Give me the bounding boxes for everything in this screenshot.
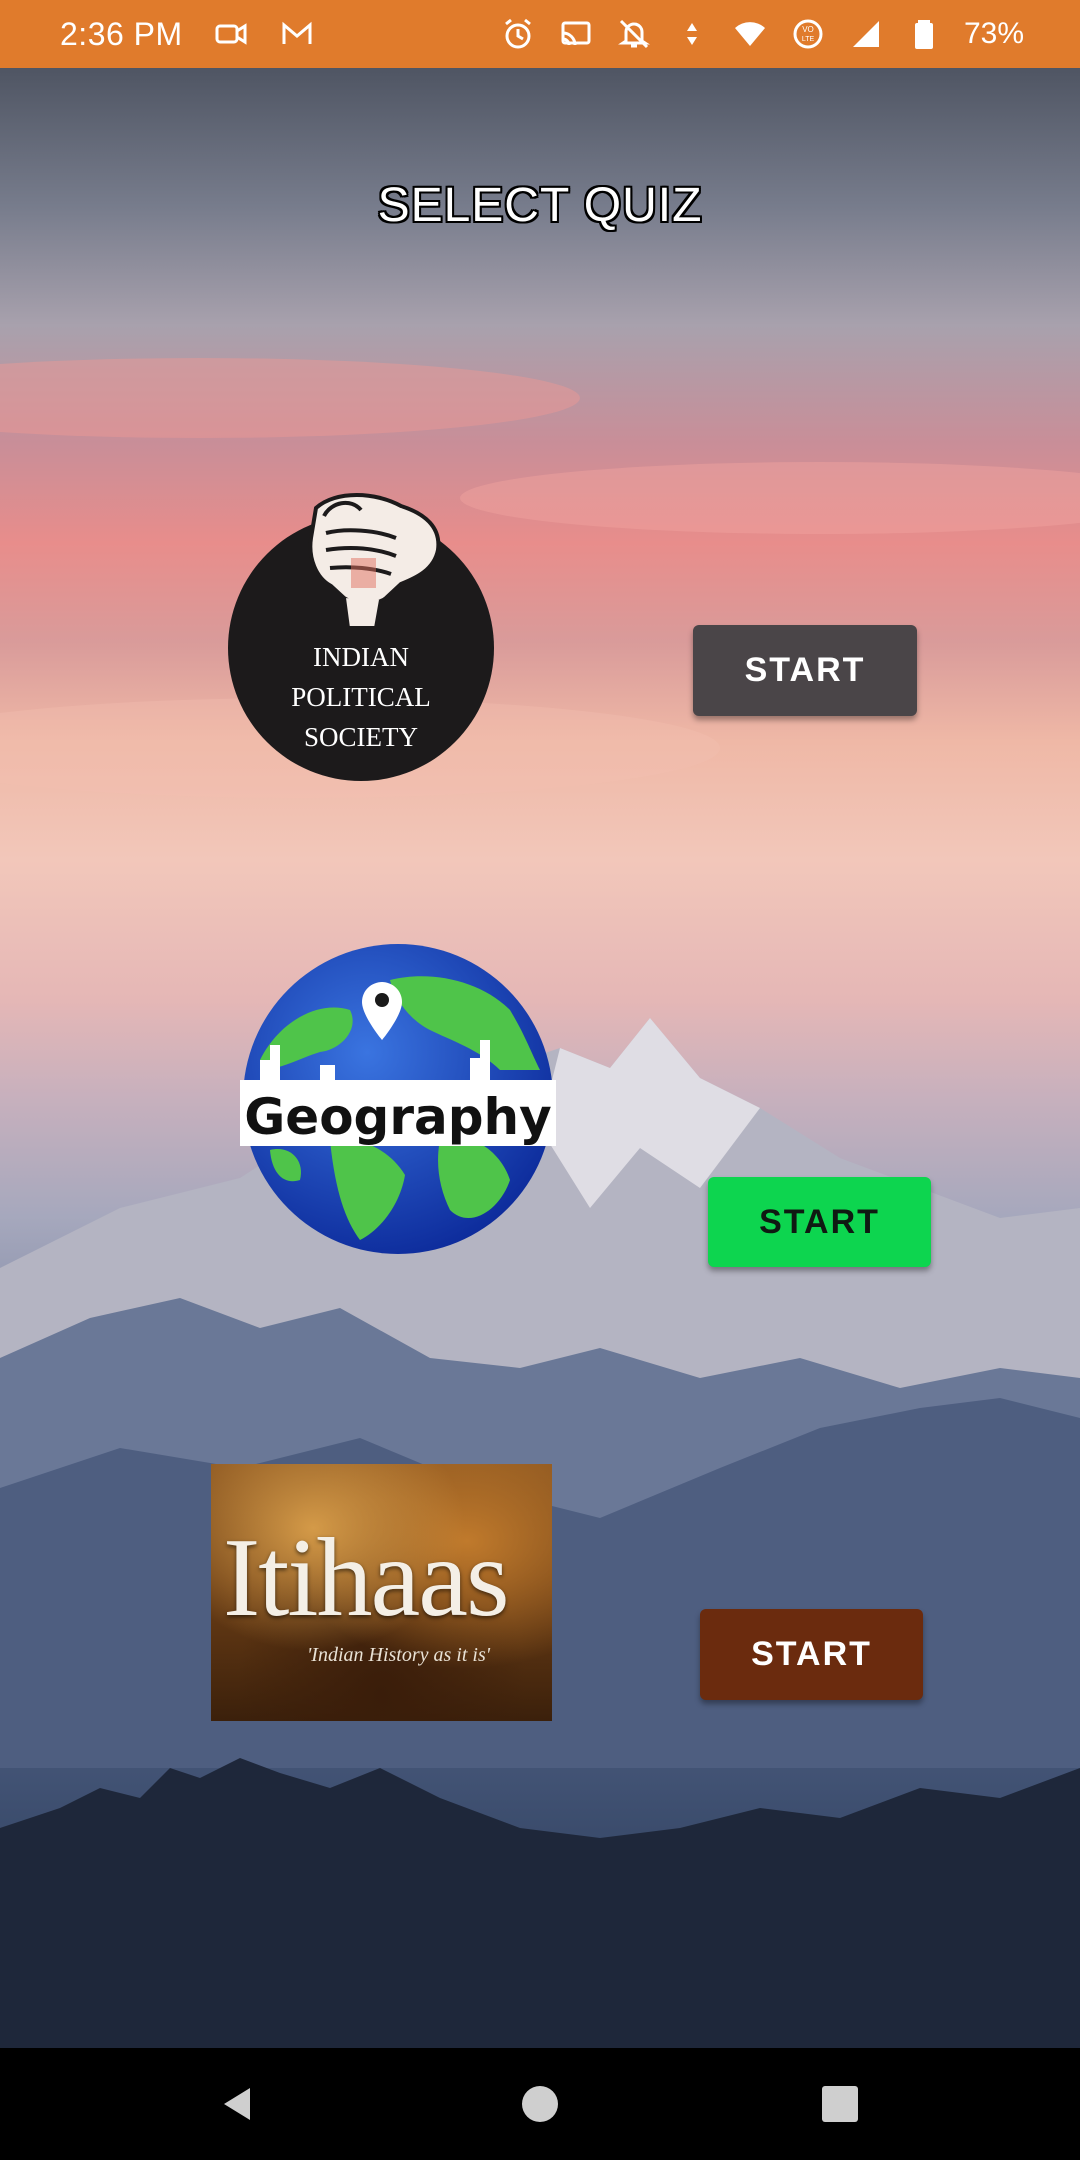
page-title: SELECT QUIZ xyxy=(377,179,703,232)
video-camera-icon xyxy=(213,16,249,52)
status-bar: 2:36 PM VO LTE 73% xyxy=(0,0,1080,68)
signal-icon xyxy=(848,16,884,52)
screen: 2:36 PM VO LTE 73% SELECT QUIZ INDIAN PO… xyxy=(0,0,1080,2160)
gmail-icon xyxy=(279,16,315,52)
itihaas-logo-tagline: 'Indian History as it is' xyxy=(307,1644,491,1666)
alarm-icon xyxy=(500,16,536,52)
status-time: 2:36 PM xyxy=(60,15,183,52)
political-logo-line-2: POLITICAL xyxy=(291,682,430,712)
start-geography-quiz-button[interactable]: START xyxy=(708,1177,931,1267)
data-arrows-icon xyxy=(674,16,710,52)
battery-icon xyxy=(906,16,942,52)
status-bar-right: VO LTE 73% xyxy=(500,16,1024,52)
battery-percent: 73% xyxy=(963,17,1024,50)
svg-text:VO: VO xyxy=(802,25,814,34)
geography-logo-text: Geography xyxy=(244,1088,551,1146)
start-political-quiz-button[interactable]: START xyxy=(693,625,917,716)
back-icon[interactable] xyxy=(200,2066,276,2142)
geography-logo: Geography xyxy=(240,940,556,1258)
status-bar-left: 2:36 PM xyxy=(60,16,315,53)
mute-icon xyxy=(616,16,652,52)
indian-political-society-logo: INDIAN POLITICAL SOCIETY xyxy=(226,488,496,782)
start-itihaas-quiz-button[interactable]: START xyxy=(700,1609,923,1700)
political-logo-line-1: INDIAN xyxy=(313,642,409,672)
navigation-bar xyxy=(0,2048,1080,2160)
wifi-icon xyxy=(732,16,768,52)
svg-text:LTE: LTE xyxy=(802,36,815,43)
home-icon[interactable] xyxy=(502,2066,578,2142)
start-geography-label: START xyxy=(759,1202,880,1241)
cast-icon xyxy=(558,16,594,52)
recents-icon[interactable] xyxy=(802,2066,878,2142)
itihaas-logo: Itihaas 'Indian History as it is' xyxy=(211,1464,552,1721)
political-logo-line-3: SOCIETY xyxy=(304,722,418,752)
itihaas-logo-text: Itihaas xyxy=(223,1516,510,1640)
volte-icon: VO LTE xyxy=(790,16,826,52)
